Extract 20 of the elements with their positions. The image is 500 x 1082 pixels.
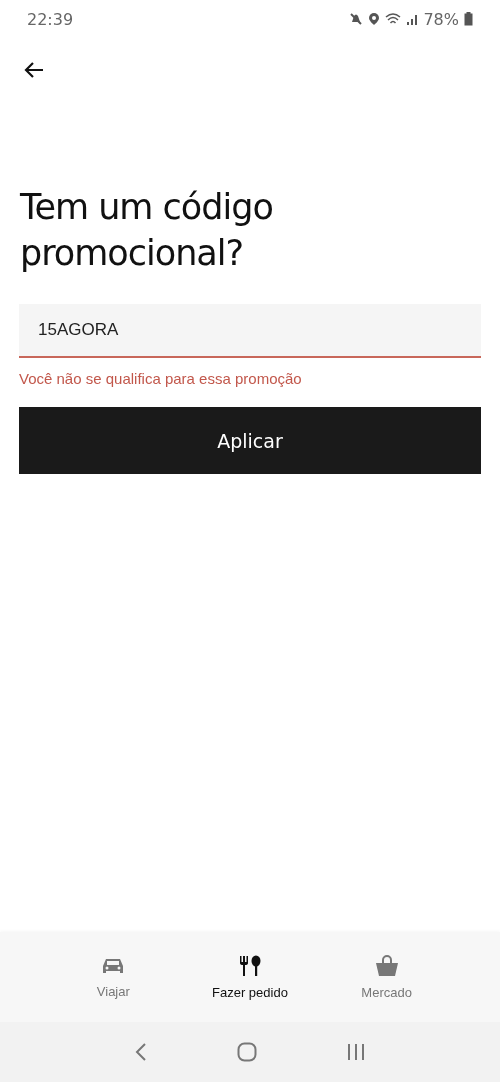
promo-code-field[interactable]: 15AGORA: [19, 304, 481, 358]
nav-tab[interactable]: Fazer pedido: [195, 932, 305, 1022]
apply-button[interactable]: Aplicar: [19, 407, 481, 474]
nav-tab[interactable]: Viajar: [58, 932, 169, 1022]
utensils-icon: [238, 954, 262, 977]
home-icon[interactable]: [237, 1042, 257, 1062]
back-arrow-icon[interactable]: [24, 61, 44, 79]
recent-apps-icon[interactable]: [347, 1043, 365, 1061]
error-message: Você não se qualifica para essa promoção: [19, 370, 303, 387]
wifi-icon: [385, 12, 402, 26]
mute-icon: [349, 12, 364, 26]
battery-level: 78%: [423, 9, 459, 29]
signal-icon: [406, 12, 419, 26]
location-icon: [368, 12, 381, 26]
nav-tab[interactable]: Mercado: [331, 932, 442, 1022]
status-time: 22:39: [27, 9, 74, 29]
back-icon[interactable]: [135, 1042, 147, 1062]
page-title: Tem um código promocional?: [20, 186, 274, 275]
shopping-bag-icon: [374, 954, 399, 977]
battery-icon: [464, 12, 473, 26]
